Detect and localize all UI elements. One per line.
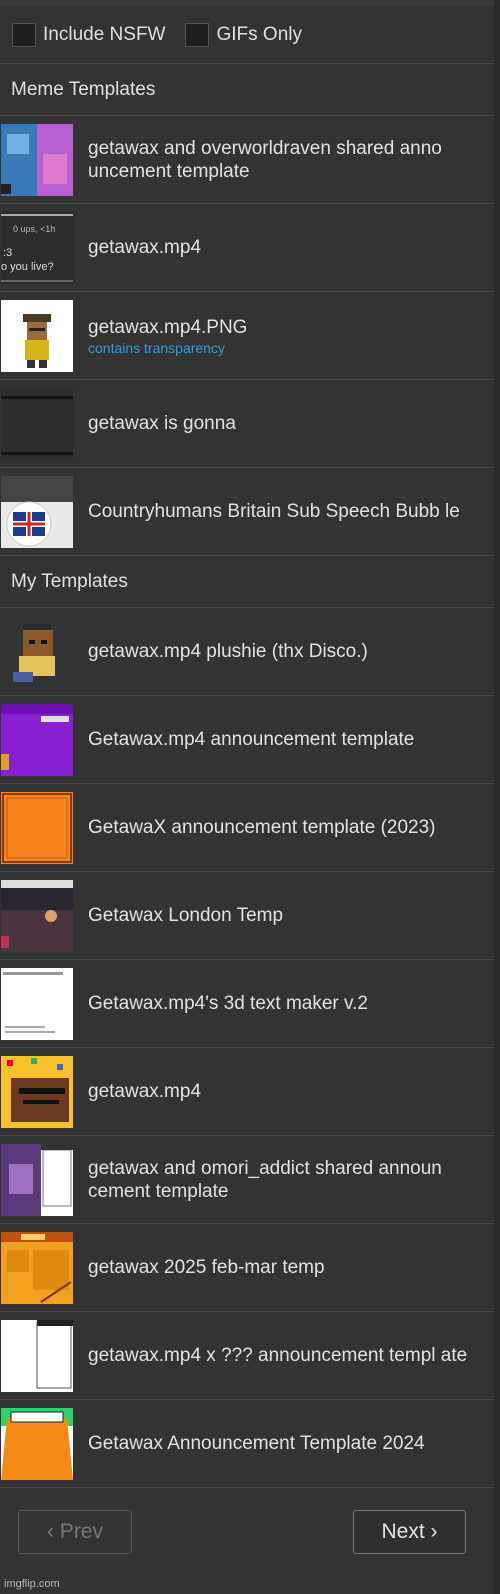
template-text: getawax 2025 feb-mar temp [88, 1256, 494, 1279]
thumb-question-text: o you live? [1, 261, 54, 273]
template-text: Countryhumans Britain Sub Speech Bubb le [88, 500, 494, 523]
template-thumbnail [1, 967, 73, 1040]
template-name: Countryhumans Britain Sub Speech Bubb le [88, 501, 460, 522]
template-thumbnail [1, 1143, 73, 1216]
template-thumbnail [1, 123, 73, 196]
template-text: getawax and overworldraven shared anno u… [88, 137, 494, 183]
template-text: getawax.mp4.PNG contains transparency [88, 316, 494, 356]
template-picker-panel: Include NSFW GIFs Only Meme Templates get… [0, 0, 497, 1594]
template-item[interactable]: Countryhumans Britain Sub Speech Bubb le [0, 468, 494, 556]
include-nsfw-checkbox[interactable]: Include NSFW [12, 22, 166, 47]
template-item[interactable]: getawax.mp4 [0, 1048, 494, 1136]
section-header: My Templates [0, 556, 494, 608]
template-thumbnail: 0 ups, <1h :3 o you live? [1, 211, 73, 284]
template-item[interactable]: Getawax.mp4 announcement template [0, 696, 494, 784]
template-name: getawax.mp4 x ??? announcement templ ate [88, 1345, 468, 1366]
template-item[interactable]: 0 ups, <1h :3 o you live? getawax.mp4 [0, 204, 494, 292]
template-thumbnail [1, 703, 73, 776]
template-thumbnail [1, 1231, 73, 1304]
next-button[interactable]: Next › [353, 1510, 466, 1554]
thumb-ups-text: 0 ups, <1h [13, 224, 55, 234]
gifs-only-checkbox[interactable]: GIFs Only [185, 22, 302, 47]
pagination: ‹ Prev Next › [0, 1488, 494, 1576]
template-thumbnail [1, 1319, 73, 1392]
template-item[interactable]: GetawaX announcement template (2023) [0, 784, 494, 872]
template-thumbnail [1, 299, 73, 372]
template-thumbnail [1, 1055, 73, 1128]
template-text: getawax.mp4 x ??? announcement templ ate [88, 1344, 494, 1367]
template-name: getawax.mp4.PNG [88, 316, 248, 338]
prev-button[interactable]: ‹ Prev [18, 1510, 132, 1554]
thumb-face-text: :3 [3, 247, 12, 259]
template-item[interactable]: getawax.mp4.PNG contains transparency [0, 292, 494, 380]
template-text: getawax and omori_addict shared announ c… [88, 1157, 494, 1203]
template-thumbnail [1, 387, 73, 460]
template-text: Getawax Announcement Template 2024 [88, 1432, 494, 1455]
template-text: getawax.mp4 [88, 236, 494, 259]
template-name: GetawaX announcement template (2023) [88, 817, 436, 838]
template-item[interactable]: getawax 2025 feb-mar temp [0, 1224, 494, 1312]
template-item[interactable]: getawax.mp4 plushie (thx Disco.) [0, 608, 494, 696]
template-name: getawax is gonna [88, 413, 236, 434]
template-name: Getawax.mp4's 3d text maker v.2 [88, 993, 368, 1014]
template-item[interactable]: Getawax London Temp [0, 872, 494, 960]
template-name: Getawax London Temp [88, 905, 284, 926]
template-item[interactable]: getawax and overworldraven shared anno u… [0, 116, 494, 204]
template-text: Getawax.mp4 announcement template [88, 728, 494, 751]
template-name: getawax.mp4 [88, 1081, 202, 1102]
template-thumbnail [1, 791, 73, 864]
template-name: Getawax.mp4 announcement template [88, 729, 415, 750]
template-name: getawax.mp4 plushie (thx Disco.) [88, 641, 368, 662]
template-item[interactable]: Getawax.mp4's 3d text maker v.2 [0, 960, 494, 1048]
template-name: Getawax Announcement Template 2024 [88, 1433, 425, 1454]
template-text: getawax is gonna [88, 412, 494, 435]
gifs-label: GIFs Only [216, 23, 302, 45]
site-watermark: imgflip.com [4, 1578, 60, 1590]
template-thumbnail [1, 615, 73, 688]
template-list: Meme Templates getawax and overworldraven… [0, 64, 494, 1488]
template-thumbnail [1, 1407, 73, 1480]
template-thumbnail [1, 475, 73, 548]
template-subtitle: contains transparency [88, 339, 225, 356]
template-item[interactable]: getawax and omori_addict shared announ c… [0, 1136, 494, 1224]
nsfw-checkbox-box[interactable] [12, 22, 36, 47]
template-item[interactable]: Getawax Announcement Template 2024 [0, 1400, 494, 1488]
template-item[interactable]: getawax.mp4 x ??? announcement templ ate [0, 1312, 494, 1400]
template-text: Getawax London Temp [88, 904, 494, 927]
nsfw-label: Include NSFW [43, 23, 166, 45]
template-name: getawax and overworldraven shared anno u… [88, 137, 442, 182]
template-name: getawax and omori_addict shared announ c… [88, 1157, 442, 1202]
template-thumbnail [1, 879, 73, 952]
template-item[interactable]: getawax is gonna [0, 380, 494, 468]
template-name: getawax 2025 feb-mar temp [88, 1257, 325, 1278]
template-text: GetawaX announcement template (2023) [88, 816, 494, 839]
gifs-checkbox-box[interactable] [185, 22, 210, 47]
template-text: getawax.mp4 [88, 1080, 494, 1103]
section-header: Meme Templates [0, 64, 494, 116]
template-name: getawax.mp4 [88, 237, 202, 258]
template-text: Getawax.mp4's 3d text maker v.2 [88, 992, 494, 1015]
template-text: getawax.mp4 plushie (thx Disco.) [88, 640, 494, 663]
filter-bar: Include NSFW GIFs Only [0, 0, 494, 64]
